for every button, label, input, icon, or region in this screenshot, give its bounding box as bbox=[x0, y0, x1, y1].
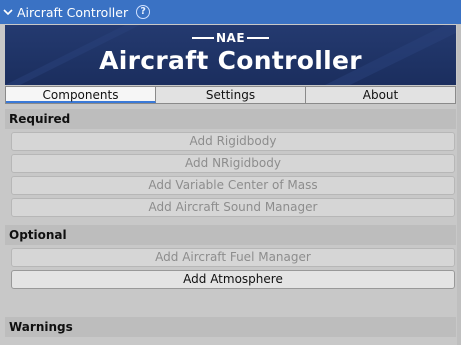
inspector-scrollbar[interactable] bbox=[457, 24, 461, 345]
add-atmosphere-button[interactable]: Add Atmosphere bbox=[11, 270, 455, 289]
section-optional-heading: Optional bbox=[5, 225, 456, 245]
add-aircraft-sound-manager-button[interactable]: Add Aircraft Sound Manager bbox=[11, 198, 455, 217]
aircraft-controller-banner: NAE Aircraft Controller bbox=[5, 25, 456, 85]
add-aircraft-fuel-manager-button[interactable]: Add Aircraft Fuel Manager bbox=[11, 248, 455, 267]
brand-text: NAE bbox=[215, 31, 246, 45]
add-rigidbody-button[interactable]: Add Rigidbody bbox=[11, 132, 455, 151]
help-icon[interactable]: ? bbox=[136, 5, 151, 19]
banner-title: Aircraft Controller bbox=[99, 46, 362, 75]
add-variable-center-of-mass-button[interactable]: Add Variable Center of Mass bbox=[11, 176, 455, 195]
tab-components[interactable]: Components bbox=[6, 87, 156, 103]
component-title: Aircraft Controller bbox=[17, 4, 129, 20]
tab-settings[interactable]: Settings bbox=[156, 87, 306, 103]
chevron-down-icon[interactable] bbox=[0, 0, 16, 24]
nae-logo: NAE bbox=[5, 31, 456, 45]
component-header[interactable]: Aircraft Controller ? bbox=[0, 0, 461, 24]
tab-bar: Components Settings About bbox=[5, 86, 456, 104]
tab-about[interactable]: About bbox=[306, 87, 455, 103]
section-required-heading: Required bbox=[5, 109, 456, 129]
section-warnings-heading: Warnings bbox=[5, 317, 456, 337]
add-nrigidbody-button[interactable]: Add NRigidbody bbox=[11, 154, 455, 173]
